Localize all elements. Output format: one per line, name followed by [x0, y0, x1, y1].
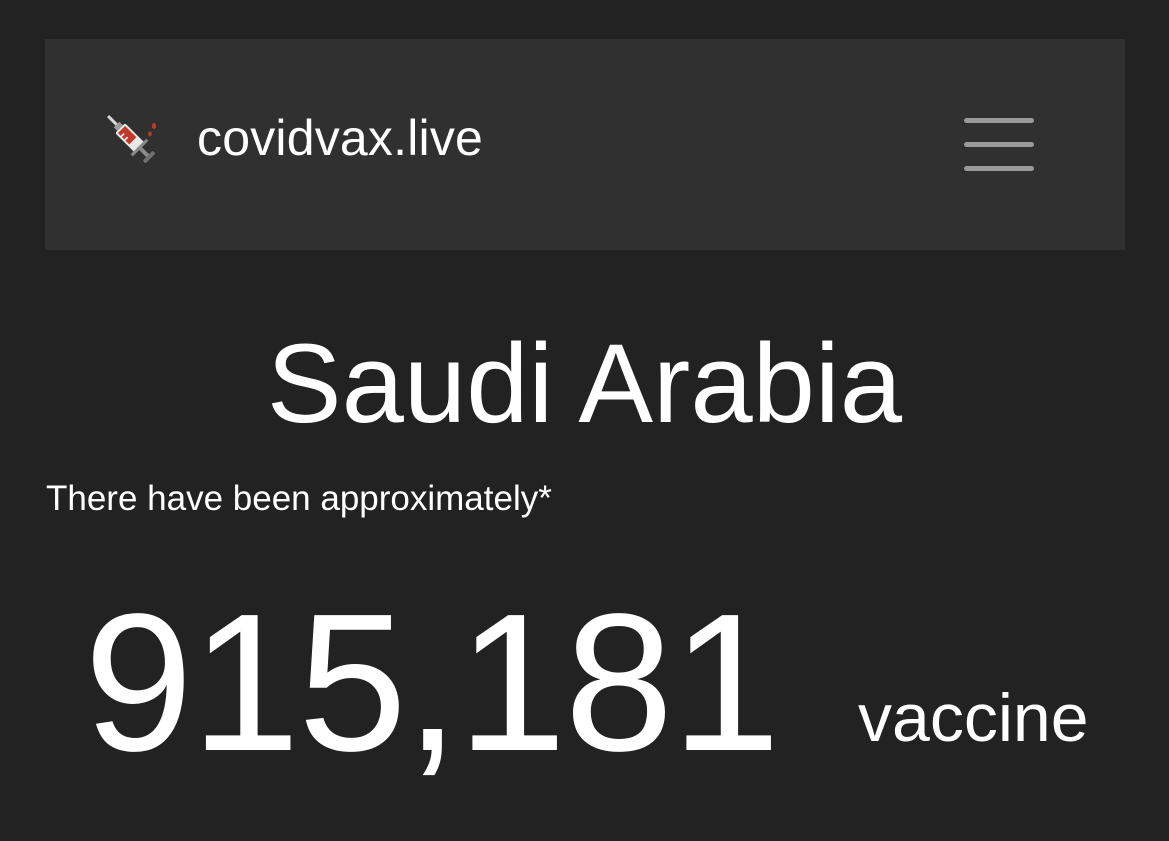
navbar: covidvax.live	[45, 39, 1125, 250]
count-unit: vaccine	[858, 680, 1089, 756]
syringe-icon	[107, 115, 157, 164]
country-title: Saudi Arabia	[266, 321, 903, 446]
hamburger-menu-icon[interactable]	[964, 118, 1034, 172]
brand-link[interactable]: covidvax.live	[97, 105, 483, 171]
intro-text: There have been approximately*	[46, 479, 552, 518]
menu-bar	[964, 166, 1034, 171]
brand-name[interactable]: covidvax.live	[197, 113, 483, 163]
vaccine-count: 915,181	[84, 573, 780, 792]
menu-bar	[964, 118, 1034, 123]
menu-bar	[964, 142, 1034, 147]
